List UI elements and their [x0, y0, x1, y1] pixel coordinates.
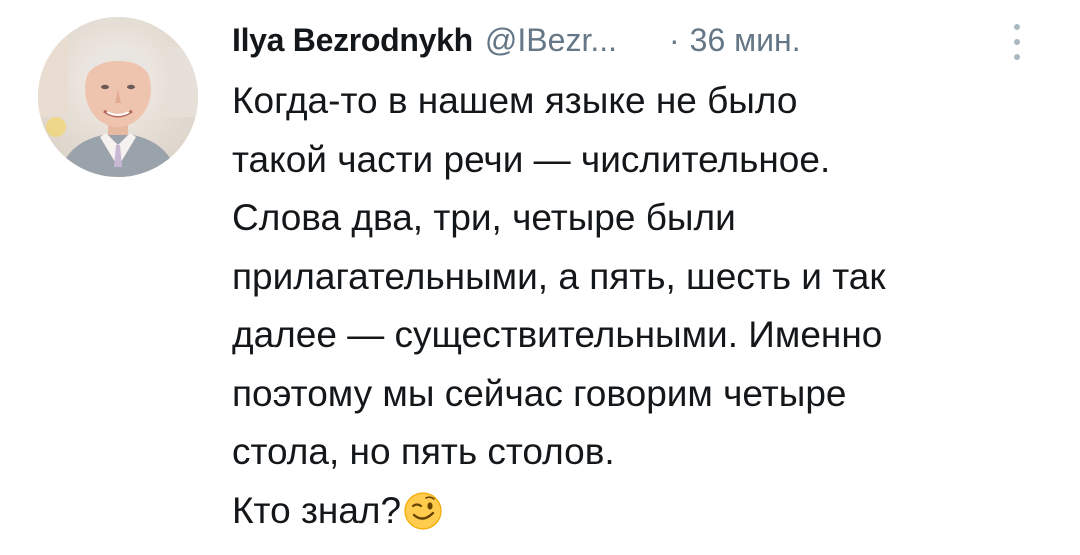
- winking-face-emoji-icon: [403, 490, 443, 549]
- tweet-text-last-line: Кто знал?: [232, 482, 1052, 549]
- tweet-text-line: поэтому мы сейчас говорим четыре: [232, 372, 847, 414]
- more-vertical-icon[interactable]: [1010, 22, 1024, 62]
- author-name[interactable]: Ilya Bezrodnykh: [232, 22, 473, 59]
- tweet-text-line: Кто знал?: [232, 489, 402, 531]
- tweet-text-line: такой части речи — числительное.: [232, 138, 831, 180]
- tweet-timestamp[interactable]: 36 мин.: [690, 22, 801, 59]
- header-separator: ·: [669, 21, 680, 58]
- tweet-text-line: далее — существительными. Именно: [232, 314, 883, 355]
- tweet-text-line: прилагательными, а пять, шесть и так: [232, 255, 886, 297]
- avatar-photo: [38, 17, 198, 177]
- tweet-card[interactable]: Ilya Bezrodnykh @IBezr... · 36 мин. Когд…: [0, 0, 1080, 555]
- tweet-text-line: стола, но пять столов.: [232, 431, 615, 472]
- tweet-header: Ilya Bezrodnykh @IBezr... · 36 мин.: [232, 12, 801, 68]
- tweet-text: Когда-то в нашем языке не было такой час…: [232, 72, 1052, 548]
- author-avatar[interactable]: [38, 17, 198, 177]
- tweet-text-line: Слова два, три, четыре были: [232, 197, 736, 238]
- tweet-text-line: Когда-то в нашем языке не было: [232, 80, 798, 121]
- author-handle[interactable]: @IBezr...: [485, 22, 617, 59]
